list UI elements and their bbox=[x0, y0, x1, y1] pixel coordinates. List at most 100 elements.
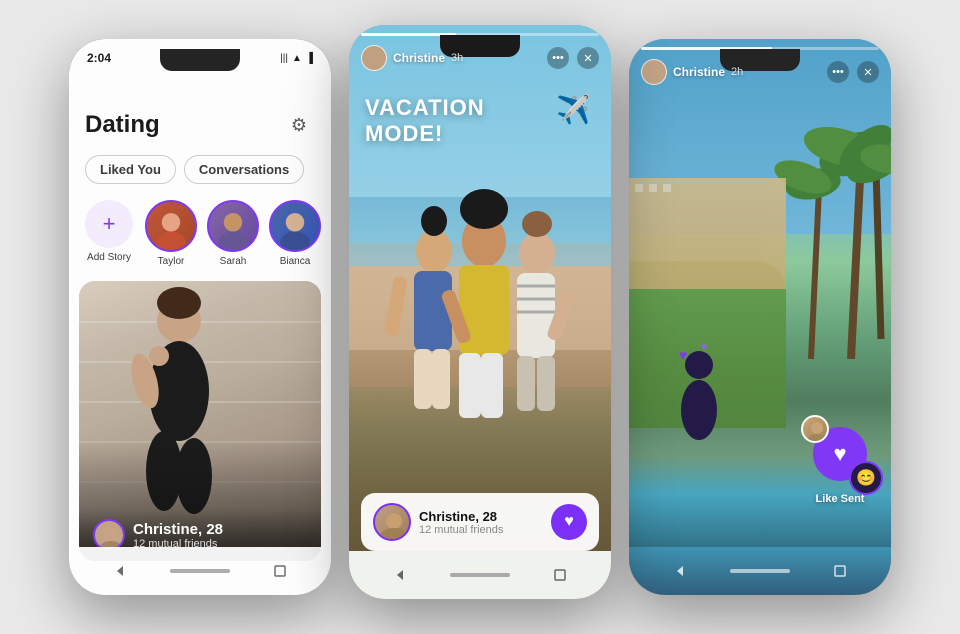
story-sarah[interactable]: Sarah bbox=[207, 200, 259, 267]
home-indicator-right[interactable] bbox=[730, 569, 790, 573]
story-avatar-img bbox=[375, 505, 411, 541]
profile-card[interactable]: Christine, 28 12 mutual friends bbox=[79, 281, 321, 561]
svg-text:♥: ♥ bbox=[679, 347, 687, 363]
dating-header: Dating ⚙ bbox=[69, 69, 331, 149]
svg-text:♥: ♥ bbox=[701, 342, 707, 353]
battery-icon: ▐ bbox=[306, 53, 313, 64]
wifi-icon: ▲ bbox=[292, 53, 302, 64]
story-profile-text: Christine, 28 12 mutual friends bbox=[419, 509, 503, 536]
story-time: 3h bbox=[451, 52, 463, 64]
home-indicator-left[interactable] bbox=[170, 569, 230, 573]
like-sent-icon-container: ♥ 😊 bbox=[805, 419, 875, 489]
phone-left-screen: 2:04 ||| ▲ ▐ Dating ⚙ Liked You Conversa… bbox=[69, 39, 331, 595]
plane-emoji: ✈️ bbox=[556, 93, 591, 126]
story-profile-row: Christine, 28 12 mutual friends bbox=[373, 503, 503, 541]
resort-photo: ♥ ♥ bbox=[629, 39, 891, 595]
story-close-btn[interactable]: ✕ bbox=[577, 47, 599, 69]
story-user-avatar-right bbox=[641, 59, 667, 85]
tab-conversations[interactable]: Conversations bbox=[184, 155, 304, 184]
window-1 bbox=[635, 184, 643, 192]
story-user-info-right: Christine 2h bbox=[641, 59, 743, 85]
back-button-center[interactable] bbox=[387, 562, 413, 588]
square-button-left[interactable] bbox=[267, 558, 293, 584]
window-3 bbox=[663, 184, 671, 192]
story-profile-name: Christine, 28 bbox=[419, 509, 503, 524]
plus-icon: + bbox=[103, 211, 116, 237]
square-icon-right bbox=[833, 564, 847, 578]
nav-bar-left bbox=[69, 547, 331, 595]
story-header-center: Christine 3h ••• ✕ bbox=[361, 45, 599, 71]
like-sent-badge: ♥ 😊 Like Sent bbox=[805, 419, 875, 505]
status-icons-left: ||| ▲ ▐ bbox=[280, 53, 313, 64]
square-icon-center bbox=[553, 568, 567, 582]
square-icon-left bbox=[273, 564, 287, 578]
add-story-label: Add Story bbox=[87, 252, 131, 263]
home-indicator-center[interactable] bbox=[450, 573, 510, 577]
gear-icon: ⚙ bbox=[291, 115, 307, 136]
story-screen: VACATION MODE! ✈️ Christine 3h bbox=[349, 25, 611, 599]
story-profile-avatar bbox=[373, 503, 411, 541]
story-profile-sub: 12 mutual friends bbox=[419, 524, 503, 536]
story-name-bianca: Bianca bbox=[280, 256, 311, 267]
phone-center: VACATION MODE! ✈️ Christine 3h bbox=[349, 25, 611, 599]
back-icon-right bbox=[673, 564, 687, 578]
story-actions: ••• ✕ bbox=[547, 47, 599, 69]
story-photo-sarah bbox=[209, 200, 257, 252]
story-more-btn[interactable]: ••• bbox=[547, 47, 569, 69]
square-button-center[interactable] bbox=[547, 562, 573, 588]
phones-container: 2:04 ||| ▲ ▐ Dating ⚙ Liked You Conversa… bbox=[0, 0, 960, 634]
nav-bar-center bbox=[349, 551, 611, 599]
story-photo-taylor bbox=[147, 200, 195, 252]
story-avatar-taylor bbox=[145, 200, 197, 252]
signal-icon: ||| bbox=[280, 53, 288, 64]
square-button-right[interactable] bbox=[827, 558, 853, 584]
stories-row: + Add Story Taylor bbox=[69, 192, 331, 277]
tab-liked-you[interactable]: Liked You bbox=[85, 155, 176, 184]
more-icon: ••• bbox=[552, 52, 564, 64]
story-user-avatar bbox=[361, 45, 387, 71]
story-more-btn-right[interactable]: ••• bbox=[827, 61, 849, 83]
story-bianca[interactable]: Bianca bbox=[269, 200, 321, 267]
story-close-btn-right[interactable]: ✕ bbox=[857, 61, 879, 83]
story-avatar-sarah bbox=[207, 200, 259, 252]
story-username: Christine bbox=[393, 51, 445, 65]
add-story-item[interactable]: + Add Story bbox=[83, 200, 135, 267]
back-button-left[interactable] bbox=[107, 558, 133, 584]
like-button-center[interactable]: ♥ bbox=[551, 504, 587, 540]
heart-icon-center: ♥ bbox=[564, 513, 574, 531]
vacation-text: VACATION MODE! bbox=[365, 95, 485, 146]
window-2 bbox=[649, 184, 657, 192]
like-emoji: 😊 bbox=[856, 468, 876, 488]
phone-center-screen: VACATION MODE! ✈️ Christine 3h bbox=[349, 25, 611, 599]
like-sent-dark-avatar: 😊 bbox=[849, 461, 883, 495]
story-user-info-center: Christine 3h bbox=[361, 45, 463, 71]
gear-button[interactable]: ⚙ bbox=[283, 109, 315, 141]
story-header-right: Christine 2h ••• ✕ bbox=[641, 59, 879, 85]
story-name-taylor: Taylor bbox=[158, 256, 185, 267]
pool-screen: ♥ ♥ bbox=[629, 39, 891, 595]
windows bbox=[629, 178, 786, 198]
dating-title: Dating bbox=[85, 111, 160, 139]
phone-left: 2:04 ||| ▲ ▐ Dating ⚙ Liked You Conversa… bbox=[69, 39, 331, 595]
story-actions-right: ••• ✕ bbox=[827, 61, 879, 83]
close-icon: ✕ bbox=[583, 52, 592, 65]
back-icon-left bbox=[113, 564, 127, 578]
back-icon-center bbox=[393, 568, 407, 582]
phone-right: ♥ ♥ bbox=[629, 39, 891, 595]
close-icon-right: ✕ bbox=[863, 66, 872, 79]
nav-bar-right bbox=[629, 547, 891, 595]
add-story-button[interactable]: + bbox=[85, 200, 133, 248]
status-time-left: 2:04 bbox=[87, 51, 111, 65]
story-bottom-card: Christine, 28 12 mutual friends ♥ bbox=[361, 493, 599, 551]
story-name-sarah: Sarah bbox=[220, 256, 247, 267]
story-photo-bianca bbox=[271, 200, 319, 252]
story-time-right: 2h bbox=[731, 66, 743, 78]
heart-icon-right: ♥ bbox=[833, 441, 846, 467]
phone-right-screen: ♥ ♥ bbox=[629, 39, 891, 595]
back-button-right[interactable] bbox=[667, 558, 693, 584]
story-taylor[interactable]: Taylor bbox=[145, 200, 197, 267]
tab-bar: Liked You Conversations bbox=[69, 149, 331, 192]
pool-figure-svg: ♥ ♥ bbox=[659, 335, 739, 455]
like-sent-label: Like Sent bbox=[816, 493, 865, 505]
vacation-text-container: VACATION MODE! bbox=[365, 95, 561, 147]
